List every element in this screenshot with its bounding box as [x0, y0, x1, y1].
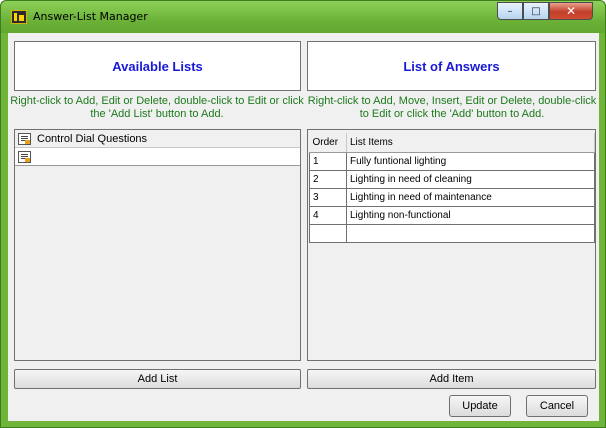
order-cell[interactable]: 4 [309, 205, 347, 225]
add-list-button[interactable]: Add List [14, 369, 301, 389]
table-row[interactable]: 1 Fully funtional lighting [309, 151, 595, 171]
list-of-answers-hint: Right-click to Add, Move, Insert, Edit o… [307, 95, 597, 120]
list-item-label: Control Dial Questions [37, 132, 148, 145]
close-button[interactable]: ✕ [549, 2, 593, 20]
list-of-answers-header: List of Answers [307, 41, 596, 91]
order-cell[interactable] [309, 223, 347, 243]
update-button[interactable]: Update [449, 395, 511, 417]
list-icon [18, 150, 31, 163]
item-cell[interactable]: Lighting in need of maintenance [346, 187, 595, 207]
table-row[interactable]: 3 Lighting in need of maintenance [309, 187, 595, 207]
client-area: Available Lists Right-click to Add, Edit… [8, 33, 599, 421]
table-row-new[interactable] [309, 223, 595, 243]
list-icon [18, 132, 31, 145]
order-cell[interactable]: 3 [309, 187, 347, 207]
cancel-button[interactable]: Cancel [526, 395, 588, 417]
item-cell[interactable]: Lighting non-functional [346, 205, 595, 225]
add-item-button[interactable]: Add Item [307, 369, 596, 389]
order-cell[interactable]: 1 [309, 151, 347, 171]
item-cell[interactable] [346, 223, 595, 243]
answer-list-manager-window: Answer-List Manager – □ ✕ Available List… [0, 0, 606, 428]
window-controls: – □ ✕ [497, 2, 593, 20]
available-lists-hint: Right-click to Add, Edit or Delete, doub… [10, 95, 304, 120]
column-header-list-items[interactable]: List Items [346, 133, 595, 153]
item-cell[interactable]: Fully funtional lighting [346, 151, 595, 171]
app-logo-icon [11, 10, 27, 24]
table-header-row: Order List Items [309, 133, 595, 153]
list-item[interactable] [15, 148, 300, 166]
table-row[interactable]: 2 Lighting in need of cleaning [309, 169, 595, 189]
maximize-button[interactable]: □ [523, 2, 549, 20]
order-cell[interactable]: 2 [309, 169, 347, 189]
table-row[interactable]: 4 Lighting non-functional [309, 205, 595, 225]
title-bar[interactable]: Answer-List Manager – □ ✕ [1, 1, 605, 33]
list-of-answers-panel[interactable]: Order List Items 1 Fully funtional light… [307, 129, 596, 361]
list-item[interactable]: Control Dial Questions [15, 130, 300, 148]
column-header-order[interactable]: Order [309, 133, 347, 153]
available-lists-panel[interactable]: Control Dial Questions [14, 129, 301, 361]
available-lists-header: Available Lists [14, 41, 301, 91]
answers-table[interactable]: Order List Items 1 Fully funtional light… [309, 133, 595, 243]
minimize-button[interactable]: – [497, 2, 523, 20]
window-title: Answer-List Manager [33, 10, 148, 23]
item-cell[interactable]: Lighting in need of cleaning [346, 169, 595, 189]
